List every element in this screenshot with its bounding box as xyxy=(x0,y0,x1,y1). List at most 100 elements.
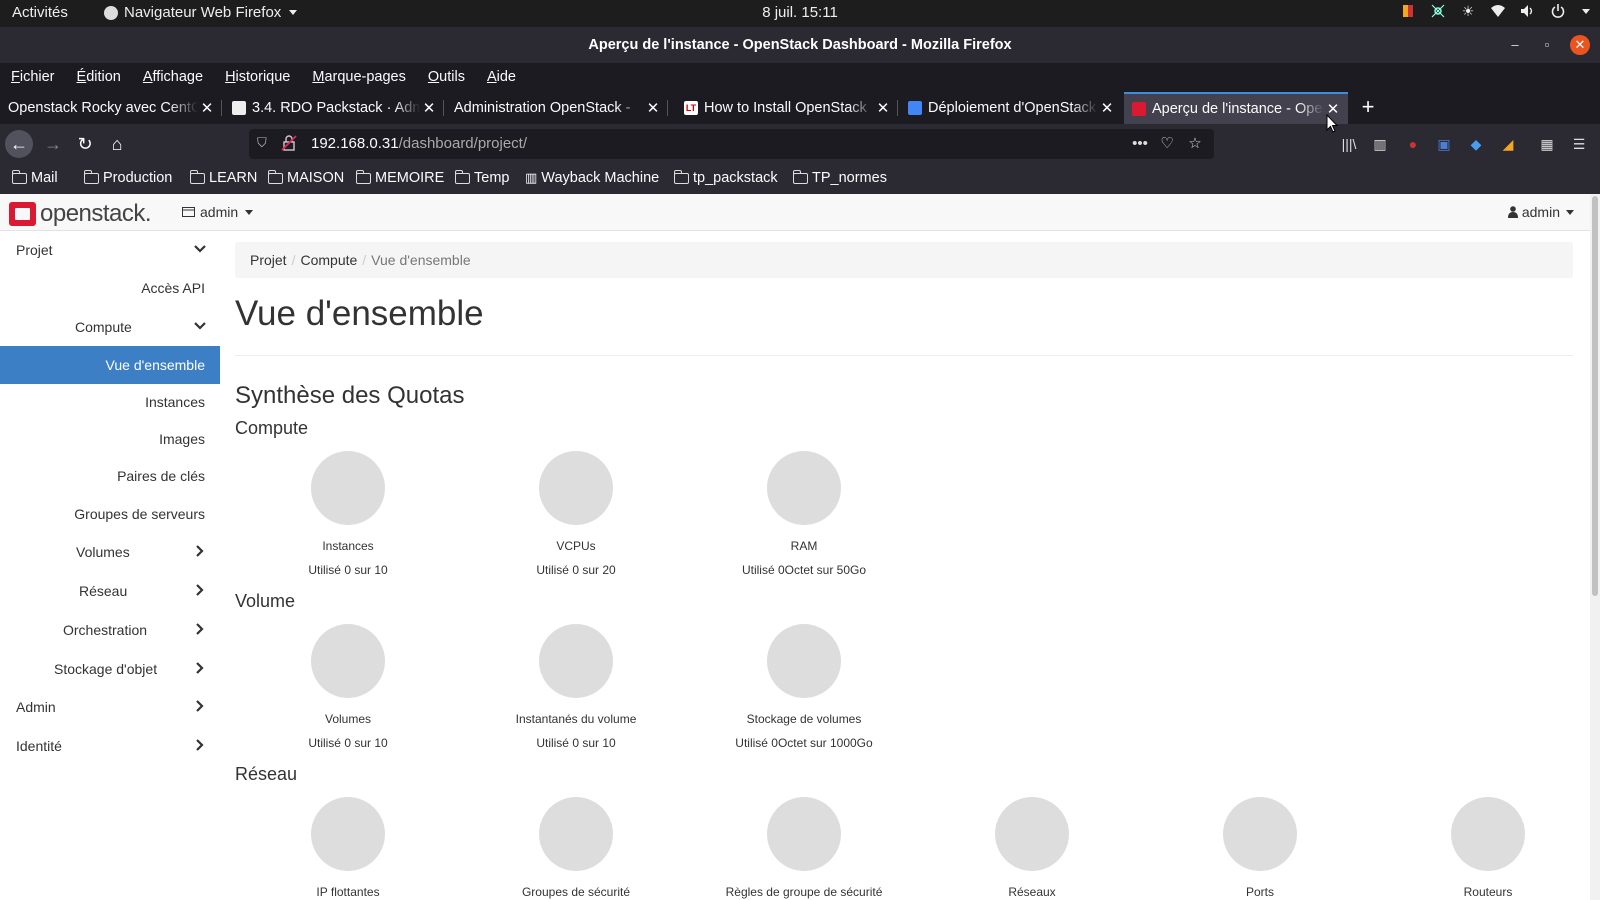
bookmark-learn[interactable]: LEARN xyxy=(190,169,257,186)
flag-icon[interactable] xyxy=(1400,3,1416,19)
folder-icon xyxy=(793,169,808,184)
sidebar-item-identite[interactable]: Identité xyxy=(0,727,220,765)
sidebar-item-paires-de-cles[interactable]: Paires de clés xyxy=(0,457,220,495)
activities-button[interactable]: Activités xyxy=(12,4,68,21)
network-app-icon[interactable] xyxy=(1430,3,1446,19)
sidebar-item-groupes-de-serveurs[interactable]: Groupes de serveurs xyxy=(0,495,220,533)
sidebar-item-stockage-objet[interactable]: Stockage d'objet xyxy=(0,650,220,688)
home-button[interactable]: ⌂ xyxy=(103,130,131,158)
minimize-icon[interactable]: – xyxy=(1505,35,1525,55)
bookmark-memoire[interactable]: MEMOIRE xyxy=(356,169,444,186)
quota-name: VCPUs xyxy=(556,539,596,553)
tab-deploiement[interactable]: Déploiement d'OpenStack ✕ xyxy=(900,92,1122,124)
tab-how-to-install[interactable]: LT How to Install OpenStack ✕ xyxy=(676,92,898,124)
sidebar-toggle-icon[interactable]: ▥ xyxy=(1370,134,1390,154)
new-tab-button[interactable]: + xyxy=(1356,92,1380,124)
page-scrollbar[interactable] xyxy=(1590,194,1600,900)
menu-affichage[interactable]: Affichage xyxy=(132,63,214,92)
translate-icon[interactable]: ▣ xyxy=(1434,134,1454,154)
menu-historique[interactable]: Historique xyxy=(214,63,301,92)
user-menu[interactable]: admin xyxy=(1507,204,1574,220)
breadcrumb-compute[interactable]: Compute xyxy=(300,252,357,268)
extensions-grid-icon[interactable]: ▦ xyxy=(1537,134,1557,154)
tab-close-icon[interactable]: ✕ xyxy=(198,99,216,117)
bookmark-tp-packstack[interactable]: tp_packstack xyxy=(674,169,778,186)
wifi-icon[interactable] xyxy=(1490,3,1506,19)
tab-strip: Openstack Rocky avec CentOS ✕ 3.4. RDO P… xyxy=(0,92,1600,124)
sidebar-item-compute[interactable]: Compute xyxy=(0,308,220,346)
back-button[interactable]: ← xyxy=(5,130,33,158)
menu-fichier[interactable]: Fichier xyxy=(0,63,66,92)
reload-button[interactable]: ↻ xyxy=(71,130,99,158)
quota-pie-chart xyxy=(767,797,841,871)
quota-summary-title: Synthèse des Quotas xyxy=(235,382,465,409)
tab-administration-openstack[interactable]: Administration OpenStack - ✕ xyxy=(446,92,668,124)
tab-close-icon[interactable]: ✕ xyxy=(644,99,662,117)
tab-openstack-rocky[interactable]: Openstack Rocky avec CentOS ✕ xyxy=(0,92,222,124)
sidebar-item-reseau[interactable]: Réseau xyxy=(0,572,220,610)
bookmark-temp[interactable]: Temp xyxy=(455,169,509,186)
bookmark-mail[interactable]: Mail xyxy=(12,169,58,186)
insecure-lock-icon[interactable] xyxy=(281,135,297,151)
clock[interactable]: 8 juil. 15:11 xyxy=(762,4,838,21)
openstack-logo-text: openstack. xyxy=(40,200,152,227)
url-bar[interactable]: ⛉ 192.168.0.31/dashboard/project/ ••• ♡ … xyxy=(249,129,1214,159)
sidebar-item-instances[interactable]: Instances xyxy=(0,383,220,421)
sidebar-item-orchestration[interactable]: Orchestration xyxy=(0,611,220,649)
openstack-logo[interactable]: openstack. xyxy=(9,200,152,228)
extension-orange-icon[interactable]: ◢ xyxy=(1498,134,1518,154)
bookmark-tp-normes[interactable]: TP_normes xyxy=(793,169,887,186)
breadcrumb-projet[interactable]: Projet xyxy=(250,252,287,268)
tab-close-icon[interactable]: ✕ xyxy=(1098,99,1116,117)
pocket-icon[interactable]: ♡ xyxy=(1156,133,1178,155)
extension-red-icon[interactable]: ● xyxy=(1403,134,1423,154)
folder-icon xyxy=(268,169,283,184)
menu-edition[interactable]: Édition xyxy=(66,63,132,92)
maximize-icon[interactable]: ▫ xyxy=(1537,35,1557,55)
window-close-icon[interactable]: ✕ xyxy=(1570,35,1590,55)
window-title: Aperçu de l'instance - OpenStack Dashboa… xyxy=(588,37,1012,53)
hamburger-menu-icon[interactable]: ☰ xyxy=(1569,134,1589,154)
tab-close-icon[interactable]: ✕ xyxy=(420,99,438,117)
quota-usage: Utilisé 0Octet sur 1000Go xyxy=(735,736,873,750)
wayback-icon: ▥ xyxy=(525,170,538,185)
sidebar-item-admin[interactable]: Admin xyxy=(0,688,220,726)
library-icon[interactable]: |||\ xyxy=(1339,134,1359,154)
app-menu[interactable]: Navigateur Web Firefox xyxy=(104,4,298,21)
system-menu-chevron-icon[interactable] xyxy=(1582,8,1590,14)
bookmark-wayback-machine[interactable]: ▥ Wayback Machine xyxy=(525,170,659,186)
quota-groupes-securite: Groupes de sécurité xyxy=(462,797,690,899)
breadcrumb: Projet / Compute / Vue d'ensemble xyxy=(235,242,1573,278)
tab-label: Aperçu de l'instance - OpenStack xyxy=(1152,101,1324,117)
chevron-down-icon xyxy=(194,245,206,253)
tab-rdo-packstack[interactable]: 3.4. RDO Packstack · Adm ✕ xyxy=(224,92,444,124)
section-title-reseau: Réseau xyxy=(235,764,298,784)
shield-icon[interactable]: ⛉ xyxy=(257,135,271,151)
bookmark-maison[interactable]: MAISON xyxy=(268,169,344,186)
volume-icon[interactable] xyxy=(1520,3,1536,19)
quota-pie-chart xyxy=(1223,797,1297,871)
user-icon xyxy=(1507,206,1518,218)
bookmark-star-icon[interactable]: ☆ xyxy=(1184,133,1206,155)
menu-aide[interactable]: Aide xyxy=(476,63,527,92)
power-icon[interactable] xyxy=(1550,3,1566,19)
sidebar-item-projet[interactable]: Projet xyxy=(0,231,220,269)
sidebar-item-volumes[interactable]: Volumes xyxy=(0,533,220,571)
extension-blue-diamond-icon[interactable]: ◆ xyxy=(1466,134,1486,154)
sidebar-item-vue-ensemble[interactable]: Vue d'ensemble xyxy=(0,346,220,384)
breadcrumb-current: Vue d'ensemble xyxy=(371,252,471,268)
scrollbar-thumb[interactable] xyxy=(1592,196,1598,596)
brightness-icon[interactable]: ☀ xyxy=(1460,3,1476,19)
menu-outils[interactable]: Outils xyxy=(417,63,476,92)
tab-close-icon[interactable]: ✕ xyxy=(874,99,892,117)
sidebar-item-images[interactable]: Images xyxy=(0,420,220,458)
page-actions-icon[interactable]: ••• xyxy=(1129,133,1151,155)
menu-marque-pages[interactable]: Marque-pages xyxy=(301,63,417,92)
project-selector[interactable]: admin xyxy=(182,204,254,220)
sidebar-item-acces-api[interactable]: Accès API xyxy=(0,269,220,307)
bookmark-production[interactable]: Production xyxy=(84,169,172,186)
quota-reseaux: Réseaux xyxy=(918,797,1146,899)
tab-apercu-instance[interactable]: Aperçu de l'instance - OpenStack ✕ xyxy=(1124,92,1348,124)
quota-name: RAM xyxy=(790,539,818,553)
forward-button[interactable]: → xyxy=(39,130,67,158)
